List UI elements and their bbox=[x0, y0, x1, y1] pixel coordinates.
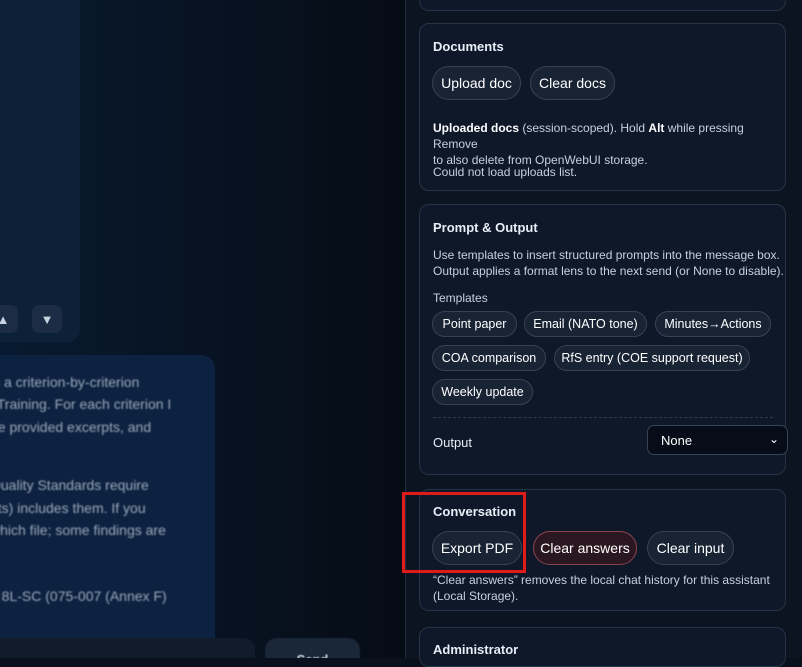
prompt-output-description: Use templates to insert structured promp… bbox=[433, 247, 784, 279]
clear-answers-button[interactable]: Clear answers bbox=[533, 531, 637, 565]
assistant-message-bubble bbox=[0, 0, 80, 342]
description-line: Output applies a format lens to the next… bbox=[433, 264, 784, 279]
chat-text-line: pts) includes them. If you bbox=[0, 499, 146, 516]
clear-docs-button[interactable]: Clear docs bbox=[530, 66, 615, 100]
conversation-note: “Clear answers” removes the local chat h… bbox=[433, 572, 770, 604]
chevron-down-icon: ⌄ bbox=[768, 432, 779, 446]
highlight-box bbox=[402, 492, 526, 573]
templates-label: Templates bbox=[433, 291, 488, 305]
assistant-message-bubble: is a criterion-by-criterion l Training. … bbox=[0, 355, 215, 655]
uploaded-docs-info: Uploaded docs (session-scoped). Hold Alt… bbox=[433, 120, 785, 169]
prompt-output-card: Prompt & Output Use templates to insert … bbox=[419, 204, 788, 475]
previous-card bbox=[419, 0, 786, 11]
output-select-value: None bbox=[661, 433, 693, 448]
prompt-output-title: Prompt & Output bbox=[433, 220, 538, 235]
message-input[interactable] bbox=[0, 638, 255, 658]
uploaded-docs-text: (session-scoped). Hold bbox=[519, 121, 649, 135]
thumbs-down-icon: ▼ bbox=[40, 311, 54, 327]
template-weekly-update[interactable]: Weekly update bbox=[432, 379, 533, 405]
administrator-title: Administrator bbox=[433, 642, 519, 657]
divider bbox=[433, 417, 773, 418]
clear-input-button[interactable]: Clear input bbox=[647, 531, 734, 565]
chat-text-line: l Training. For each criterion I bbox=[0, 396, 172, 413]
description-line: Use templates to insert structured promp… bbox=[433, 248, 780, 262]
template-minutes-actions[interactable]: Minutes→Actions bbox=[655, 311, 771, 337]
uploads-status: Could not load uploads list. bbox=[433, 165, 578, 179]
template-point-paper[interactable]: Point paper bbox=[432, 311, 517, 337]
documents-title: Documents bbox=[433, 39, 504, 54]
template-email[interactable]: Email (NATO tone) bbox=[524, 311, 647, 337]
template-rfs-entry[interactable]: RfS entry (COE support request) bbox=[554, 345, 750, 371]
chat-text-line: which file; some findings are bbox=[0, 521, 166, 538]
thumbs-up-icon: ▲ bbox=[0, 311, 10, 327]
note-line: (Local Storage). bbox=[433, 589, 519, 604]
uploaded-docs-label: Uploaded docs bbox=[433, 121, 520, 135]
send-button[interactable]: Send bbox=[265, 638, 360, 658]
upload-doc-button[interactable]: Upload doc bbox=[432, 66, 521, 100]
output-select[interactable]: None ⌄ bbox=[647, 425, 788, 455]
output-label: Output bbox=[433, 435, 473, 450]
thumbs-down-button[interactable]: ▼ bbox=[32, 305, 62, 333]
administrator-card: Administrator bbox=[419, 627, 786, 667]
note-line: “Clear answers” removes the local chat h… bbox=[433, 573, 770, 587]
chat-text-line: he provided excerpts, and bbox=[0, 418, 152, 435]
chat-text-line: Quality Standards require bbox=[0, 477, 149, 494]
chat-text-line: is a criterion-by-criterion bbox=[0, 374, 140, 390]
template-coa-comparison[interactable]: COA comparison bbox=[432, 345, 546, 371]
chat-pane: ▲ ▼ is a criterion-by-criterion l Traini… bbox=[0, 0, 405, 658]
documents-card: Documents Upload doc Clear docs Uploaded… bbox=[419, 23, 786, 191]
chat-text-line: r. 8L-SC (075-007 (Annex F) bbox=[0, 588, 167, 605]
thumbs-up-button[interactable]: ▲ bbox=[0, 305, 18, 333]
alt-key: Alt bbox=[648, 121, 665, 135]
